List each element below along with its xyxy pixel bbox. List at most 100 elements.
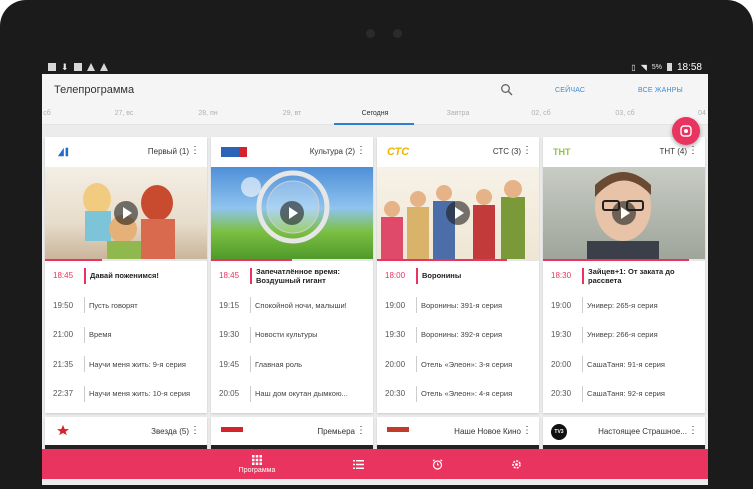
more-icon[interactable]: ⋮: [522, 426, 532, 436]
program-title: Отель «Элеон»: 4-я серия: [421, 389, 513, 399]
channel-header: Первый (1) ⋮: [45, 137, 207, 167]
screen: ⬇ ▯ ◥ 5% 18:58 Телепрограмма СЕЙЧАС ВСЕ …: [42, 60, 708, 485]
program-row[interactable]: 18:30 Зайцев+1: От заката до рассвета: [543, 261, 705, 291]
tab-day[interactable]: 03, сб: [615, 110, 634, 117]
battery-level: 5%: [651, 63, 662, 71]
play-icon[interactable]: [612, 201, 636, 225]
nav-list[interactable]: [348, 449, 368, 479]
program-row[interactable]: 19:50 Пусть говорят: [45, 291, 207, 321]
program-time: 18:45: [53, 271, 74, 281]
program-thumbnail[interactable]: [211, 167, 373, 259]
tablet-frame: ⬇ ▯ ◥ 5% 18:58 Телепрограмма СЕЙЧАС ВСЕ …: [0, 0, 753, 489]
channel-card[interactable]: Наше Новое Кино ⋮: [377, 417, 539, 449]
program-time: 19:30: [385, 330, 406, 340]
zvezda-logo: [57, 424, 69, 436]
program-row[interactable]: 18:45 Запечатлённое время: Воздушный гига…: [211, 261, 373, 291]
program-row[interactable]: 19:15 Спокойной ночи, малыши!: [211, 291, 373, 321]
program-row[interactable]: 20:00 СашаТаня: 91-я серия: [543, 350, 705, 380]
nav-settings[interactable]: [506, 449, 526, 479]
play-icon[interactable]: [280, 201, 304, 225]
vibrate-icon: ▯: [631, 62, 636, 72]
program-title: Запечатлённое время: Воздушный гигант: [256, 266, 341, 285]
program-time: 18:00: [385, 271, 406, 281]
channel-card[interactable]: TV3 Настоящее Страшное... ⋮: [543, 417, 705, 449]
channel-one-logo: [57, 147, 69, 157]
more-icon[interactable]: ⋮: [356, 426, 366, 436]
channel-name: ТНТ (4): [659, 147, 687, 156]
nav-program-label: Программа: [238, 466, 276, 474]
tab-today[interactable]: Сегодня: [362, 110, 389, 117]
channel-card[interactable]: Культура (2) ⋮ 18:45 Запечатлённое время:…: [211, 137, 373, 413]
program-time: 22:37: [53, 389, 74, 399]
tab-day[interactable]: 04: [698, 110, 706, 117]
app-title: Телепрограмма: [54, 84, 135, 96]
program-time: 19:50: [53, 300, 74, 310]
channel-card[interactable]: ТНТ ТНТ (4) ⋮ 18:30 Зайцев+1: От заката …: [543, 137, 705, 413]
tab-day[interactable]: 28, пн: [198, 110, 217, 117]
channel-card[interactable]: СТС СТС (3) ⋮ 18:00 Воронины 19:00 Ворон…: [377, 137, 539, 413]
program-row[interactable]: 21:00 Время: [45, 320, 207, 350]
tab-day[interactable]: 27, вс: [115, 110, 134, 117]
program-thumbnail[interactable]: [45, 167, 207, 259]
search-icon[interactable]: [500, 83, 514, 97]
now-button[interactable]: СЕЙЧАС: [555, 87, 585, 94]
battery-icon: [666, 63, 672, 71]
clock: 18:58: [676, 61, 702, 73]
more-icon[interactable]: ⋮: [522, 146, 532, 156]
more-icon[interactable]: ⋮: [190, 426, 200, 436]
program-thumbnail[interactable]: [543, 167, 705, 259]
program-row[interactable]: 22:37 Научи меня жить: 10-я серия: [45, 379, 207, 409]
program-row[interactable]: 20:30 Отель «Элеон»: 4-я серия: [377, 379, 539, 409]
program-row[interactable]: 19:00 Универ: 265-я серия: [543, 291, 705, 321]
program-title: Наш дом окутан дымкою...: [255, 389, 348, 399]
more-icon[interactable]: ⋮: [356, 146, 366, 156]
tnt-logo: ТНТ: [553, 147, 571, 157]
tab-day[interactable]: Завтра: [447, 110, 470, 117]
program-title: Спокойной ночи, малыши!: [255, 300, 347, 310]
status-bar: ⬇ ▯ ◥ 5% 18:58: [42, 60, 708, 74]
program-time: 20:05: [219, 389, 240, 399]
front-sensor: [366, 29, 375, 38]
program-row[interactable]: 19:30 Универ: 266-я серия: [543, 320, 705, 350]
program-title: Универ: 266-я серия: [587, 330, 658, 340]
nav-reminders[interactable]: [427, 449, 447, 479]
channel-name: СТС (3): [492, 147, 521, 156]
channel-card[interactable]: Первый (1) ⋮ 18:45 Давай поженимся! 19:50…: [45, 137, 207, 413]
program-row[interactable]: 20:00 Отель «Элеон»: 3-я серия: [377, 350, 539, 380]
nav-program[interactable]: Программа: [237, 449, 277, 479]
program-title: СашаТаня: 91-я серия: [587, 359, 665, 369]
program-row[interactable]: 19:30 Воронины: 392-я серия: [377, 320, 539, 350]
play-icon[interactable]: [114, 201, 138, 225]
program-row[interactable]: 20:05 Наш дом окутан дымкою...: [211, 379, 373, 409]
program-row[interactable]: 19:00 Воронины: 391-я серия: [377, 291, 539, 321]
play-icon[interactable]: [446, 201, 470, 225]
warning-icon-2: [99, 63, 108, 71]
program-time: 20:30: [385, 389, 406, 399]
program-row[interactable]: 18:00 Воронины: [377, 261, 539, 291]
channel-card[interactable]: Звезда (5) ⋮: [45, 417, 207, 449]
list-icon: [352, 459, 364, 469]
program-row[interactable]: 19:45 Главная роль: [211, 350, 373, 380]
active-tab-indicator: [334, 123, 414, 125]
all-genres-button[interactable]: ВСЕ ЖАНРЫ: [638, 87, 683, 94]
program-time: 20:00: [385, 359, 406, 369]
program-row[interactable]: 21:35 Научи меня жить: 9-я серия: [45, 350, 207, 380]
channel-card[interactable]: Премьера ⋮: [211, 417, 373, 449]
program-title: Зайцев+1: От заката до рассвета: [588, 266, 675, 285]
program-row[interactable]: 19:30 Новости культуры: [211, 320, 373, 350]
more-icon[interactable]: ⋮: [688, 426, 698, 436]
remote-control-button[interactable]: [672, 117, 700, 145]
program-row[interactable]: 20:30 СашаТаня: 92-я серия: [543, 379, 705, 409]
cast-remote-icon: [680, 125, 692, 137]
program-title: Главная роль: [255, 359, 303, 369]
program-title: Новости культуры: [255, 330, 318, 340]
tab-day[interactable]: сб: [43, 110, 51, 117]
more-icon[interactable]: ⋮: [190, 146, 200, 156]
program-thumbnail[interactable]: [377, 167, 539, 259]
program-title: Воронины: 392-я серия: [421, 330, 503, 340]
tab-day[interactable]: 29, вт: [283, 110, 301, 117]
tab-day[interactable]: 02, сб: [531, 110, 550, 117]
program-row[interactable]: 18:45 Давай поженимся!: [45, 261, 207, 291]
front-camera: [393, 29, 402, 38]
more-icon[interactable]: ⋮: [688, 146, 698, 156]
